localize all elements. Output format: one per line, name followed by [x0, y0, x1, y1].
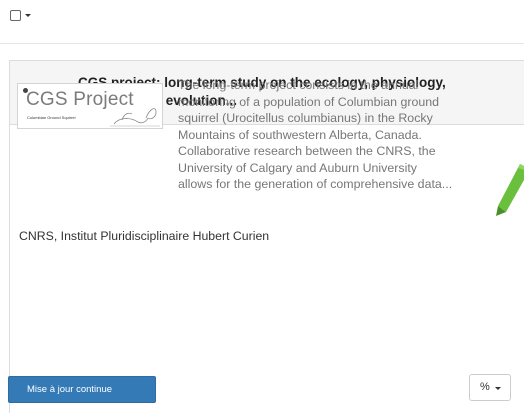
description-line: Mountains of southwestern Alberta, Canad… [178, 127, 422, 142]
description-line: University of Calgary and Auburn Univers… [178, 160, 417, 175]
link-icon: % [480, 381, 490, 393]
toolbar [0, 0, 524, 44]
project-logo: CGS Project Columbian Ground Squirrel [17, 83, 163, 129]
status-badge-continuous-update[interactable]: Mise à jour continue [8, 376, 156, 403]
card-description: The long-term project consists in the an… [178, 77, 510, 193]
description-line: Collaborative research between the CNRS,… [178, 144, 436, 158]
description-line: The long-term project consists in the an… [178, 78, 419, 92]
caret-down-icon[interactable] [25, 14, 31, 17]
squirrel-icon [110, 108, 160, 127]
checkbox-icon[interactable] [10, 10, 21, 21]
institution-label: CNRS, Institut Pluridisciplinaire Hubert… [19, 229, 270, 243]
link-dropdown-button[interactable]: % [469, 374, 511, 401]
logo-subtitle: Columbian Ground Squirrel [27, 115, 76, 120]
caret-down-icon [495, 387, 501, 390]
description-line: monitoring of a population of Columbian … [178, 94, 440, 109]
select-all-dropdown[interactable] [10, 10, 31, 21]
pencil-icon[interactable] [492, 160, 524, 220]
description-line: allows for the generation of comprehensi… [178, 177, 453, 191]
description-line: squirrel (Urocitellus columbianus) in th… [178, 111, 433, 125]
